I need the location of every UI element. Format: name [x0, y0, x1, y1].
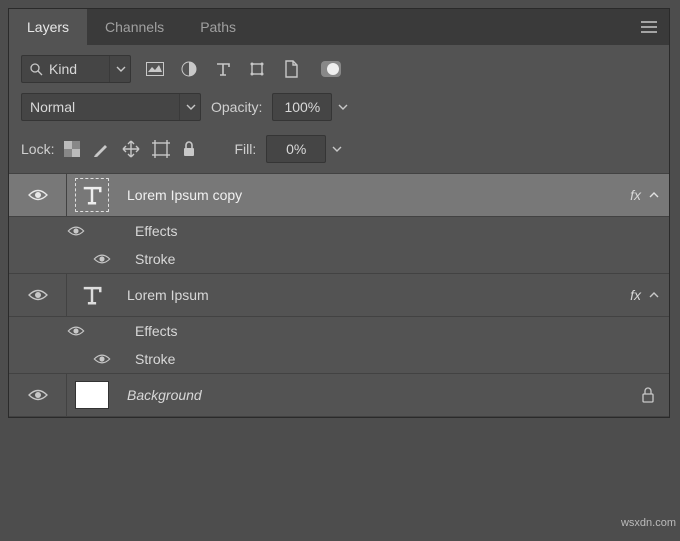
layer-row[interactable]: Background: [9, 373, 669, 417]
layer-fx-indicator[interactable]: fx: [609, 187, 669, 203]
effect-item[interactable]: Stroke: [9, 245, 669, 273]
fill-input[interactable]: 0%: [266, 135, 326, 163]
chevron-up-icon: [649, 192, 659, 198]
layer-lock-indicator[interactable]: [629, 387, 669, 403]
lock-all-icon[interactable]: [182, 141, 196, 157]
effects-header[interactable]: Effects: [9, 317, 669, 345]
watermark: wsxdn.com: [621, 517, 676, 529]
effects-header[interactable]: Effects: [9, 217, 669, 245]
filter-adjustment-icon[interactable]: [179, 59, 199, 79]
opacity-label: Opacity:: [211, 99, 262, 115]
chevron-down-icon[interactable]: [332, 146, 342, 152]
layer-name[interactable]: Lorem Ipsum: [117, 287, 609, 303]
lock-label: Lock:: [21, 141, 54, 157]
effect-item[interactable]: Stroke: [9, 345, 669, 373]
chevron-down-icon[interactable]: [338, 104, 348, 110]
filter-kind-label: Kind: [49, 61, 77, 77]
layers-list: Lorem Ipsum copy fx Effects Stroke: [9, 173, 669, 417]
layers-panel: Layers Channels Paths Kind: [8, 8, 670, 418]
visibility-toggle[interactable]: [9, 174, 67, 216]
lock-pixels-icon[interactable]: [92, 140, 110, 158]
panel-tabs: Layers Channels Paths: [9, 9, 669, 45]
visibility-toggle[interactable]: [9, 374, 67, 416]
visibility-toggle[interactable]: [9, 274, 67, 316]
blend-mode-value: Normal: [30, 99, 75, 115]
panel-menu-icon[interactable]: [629, 21, 669, 33]
tab-layers[interactable]: Layers: [9, 9, 87, 45]
filter-pixel-icon[interactable]: [145, 59, 165, 79]
filter-bar: Kind: [9, 45, 669, 89]
layer-name[interactable]: Lorem Ipsum copy: [117, 187, 609, 203]
effects-label: Effects: [95, 323, 178, 339]
visibility-toggle[interactable]: [67, 325, 85, 337]
layer-row[interactable]: Lorem Ipsum fx: [9, 273, 669, 317]
lock-position-icon[interactable]: [122, 140, 140, 158]
filter-smart-icon[interactable]: [281, 59, 301, 79]
search-icon: [30, 63, 43, 76]
visibility-toggle[interactable]: [93, 353, 111, 365]
chevron-down-icon: [179, 94, 196, 120]
layer-thumbnail[interactable]: [67, 178, 117, 212]
lock-fill-row: Lock: Fill: 0%: [9, 129, 669, 173]
layer-thumbnail[interactable]: [67, 381, 117, 409]
lock-transparency-icon[interactable]: [64, 141, 80, 157]
blend-opacity-row: Normal Opacity: 100%: [9, 89, 669, 129]
filter-toggle-switch[interactable]: [321, 59, 341, 79]
filter-shape-icon[interactable]: [247, 59, 267, 79]
layer-name[interactable]: Background: [117, 387, 629, 403]
layer-fx-indicator[interactable]: fx: [609, 287, 669, 303]
fx-label: fx: [630, 187, 641, 203]
chevron-down-icon: [109, 56, 126, 82]
fill-label: Fill:: [234, 141, 256, 157]
effect-name: Stroke: [121, 251, 175, 267]
effect-name: Stroke: [121, 351, 175, 367]
filter-type-icon[interactable]: [213, 59, 233, 79]
effects-label: Effects: [95, 223, 178, 239]
filter-kind-select[interactable]: Kind: [21, 55, 131, 83]
tab-channels[interactable]: Channels: [87, 9, 182, 45]
layer-thumbnail[interactable]: [67, 278, 117, 312]
lock-artboard-icon[interactable]: [152, 140, 170, 158]
visibility-toggle[interactable]: [93, 253, 111, 265]
visibility-toggle[interactable]: [67, 225, 85, 237]
blend-mode-select[interactable]: Normal: [21, 93, 201, 121]
chevron-up-icon: [649, 292, 659, 298]
layer-row[interactable]: Lorem Ipsum copy fx: [9, 173, 669, 217]
fx-label: fx: [630, 287, 641, 303]
opacity-input[interactable]: 100%: [272, 93, 332, 121]
tab-paths[interactable]: Paths: [182, 9, 254, 45]
